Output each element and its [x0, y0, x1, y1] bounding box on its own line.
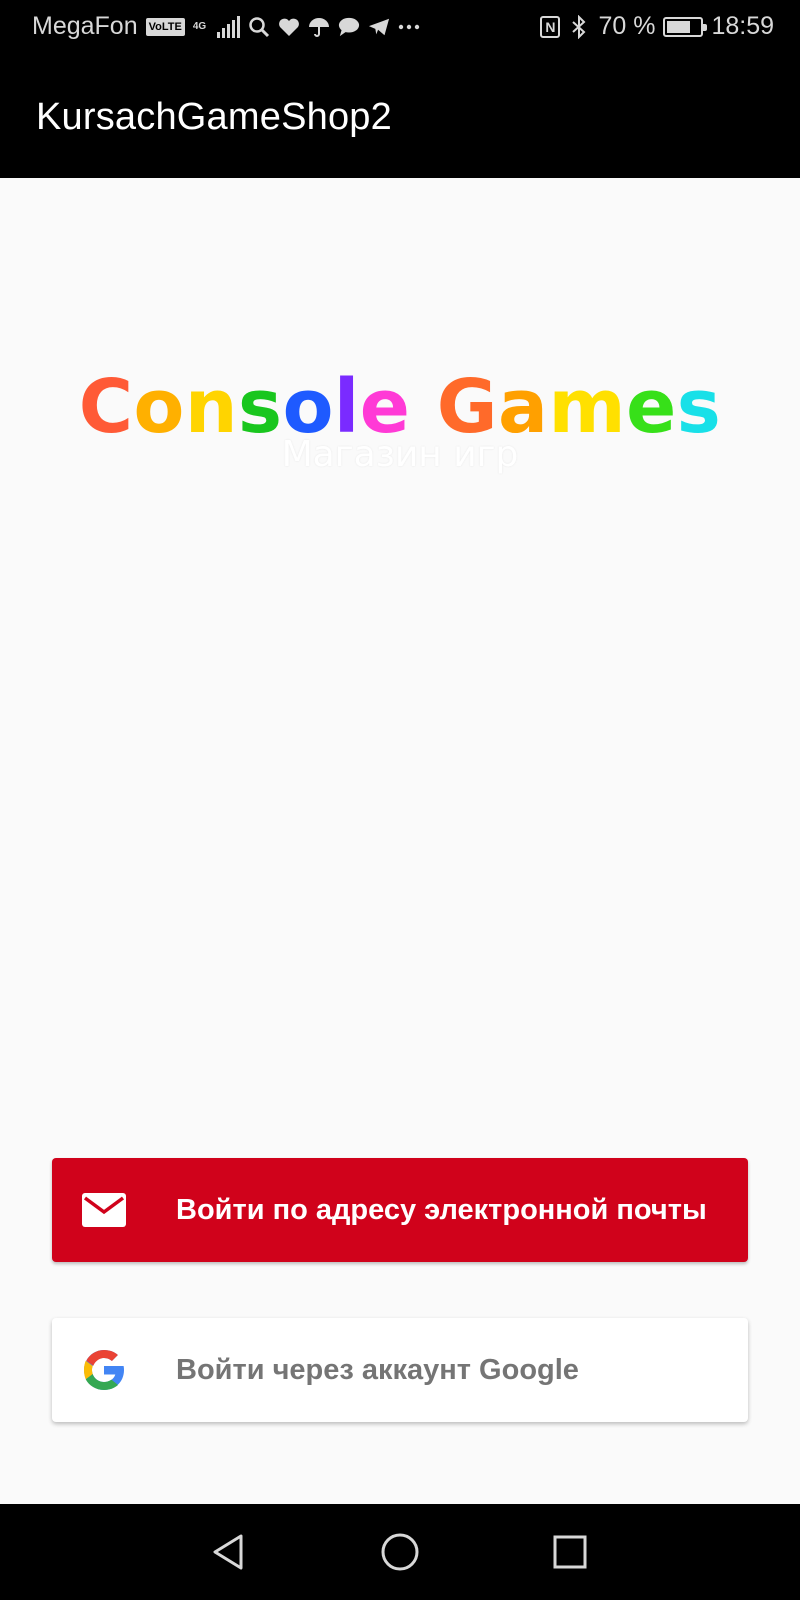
main-content: Console Games Магазин игр Войти по адрес… [0, 178, 800, 1504]
more-icon [398, 16, 420, 38]
bluetooth-icon [568, 14, 590, 39]
umbrella-icon [308, 16, 330, 38]
email-sign-in-label: Войти по адресу электронной почты [176, 1193, 707, 1226]
google-sign-in-button[interactable]: Войти через аккаунт Google [52, 1318, 748, 1422]
4g-icon: 4G [192, 20, 207, 32]
navigation-bar [0, 1504, 800, 1600]
volte-icon: VoLTE [145, 17, 185, 36]
signal-icon [216, 15, 240, 38]
clock: 18:59 [711, 12, 774, 40]
battery-icon [663, 16, 708, 37]
email-sign-in-button[interactable]: Войти по адресу электронной почты [52, 1158, 748, 1262]
heart-icon [278, 16, 300, 38]
nfc-icon: N [540, 15, 561, 38]
telegram-icon [368, 16, 390, 38]
status-bar: MegaFon VoLTE 4G N 70 % 18:59 [0, 0, 800, 56]
home-icon[interactable] [376, 1528, 424, 1576]
google-sign-in-label: Войти через аккаунт Google [176, 1353, 579, 1386]
app-bar: KursachGameShop2 [0, 56, 800, 178]
mail-icon [80, 1186, 128, 1234]
battery-percent: 70 % [598, 12, 656, 40]
carrier-name: MegaFon [32, 12, 138, 40]
search-icon [248, 16, 270, 38]
google-icon [80, 1346, 128, 1394]
recents-icon[interactable] [546, 1528, 594, 1576]
back-icon[interactable] [204, 1528, 252, 1576]
chat-icon [338, 16, 360, 38]
logo-subtitle: Магазин игр [281, 434, 519, 475]
app-title: KursachGameShop2 [36, 96, 392, 138]
